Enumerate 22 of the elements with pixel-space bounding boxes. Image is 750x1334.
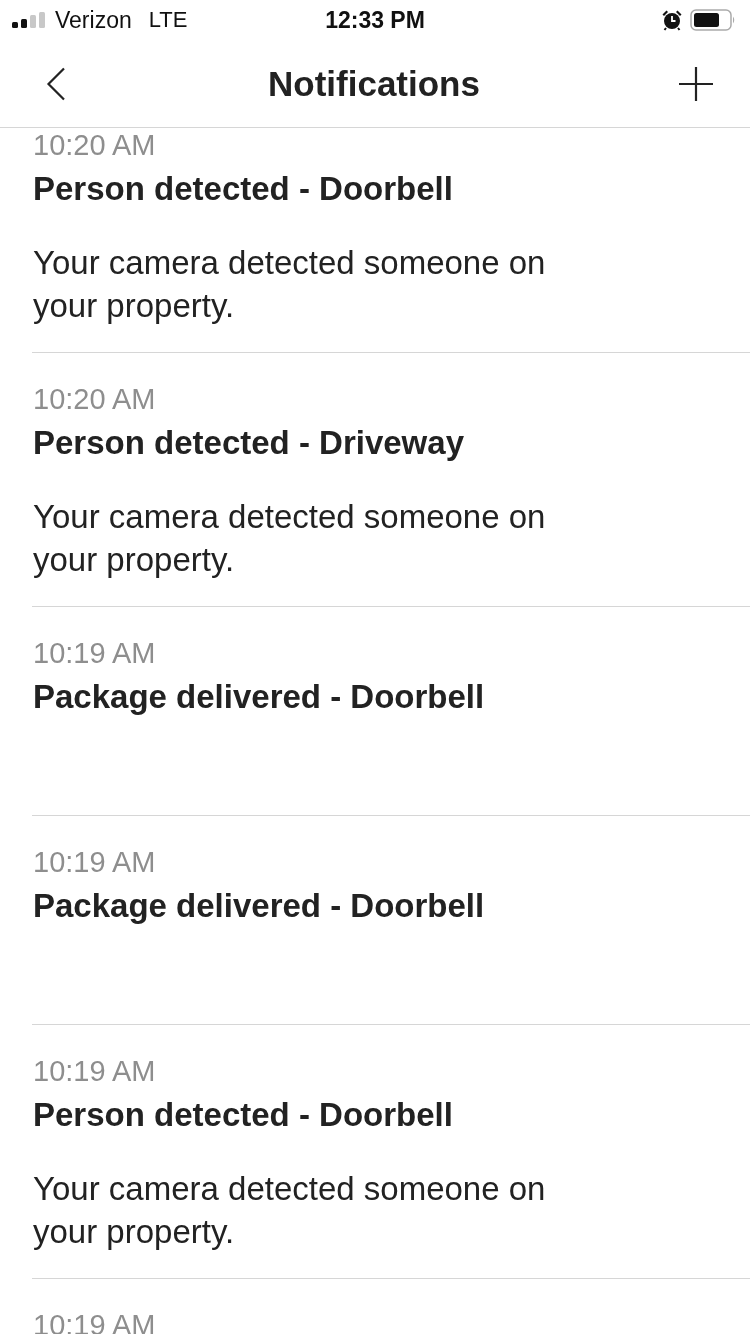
notification-title: Person detected - Driveway xyxy=(33,423,465,463)
notification-time: 10:19 AM xyxy=(33,1058,157,1084)
notification-message: Your camera detected someone on your property. xyxy=(33,243,547,326)
notification-title: Package delivered - Doorbell xyxy=(33,886,486,926)
notification-message: Your camera detected someone on your property. xyxy=(33,1169,547,1252)
header-title: Notifications xyxy=(268,63,480,104)
notification-title: Person detected - Doorbell xyxy=(33,1095,454,1135)
alarm-clock-icon xyxy=(661,9,683,31)
notification-title: Person detected - Doorbell xyxy=(33,169,454,209)
carrier-name: Verizon xyxy=(55,7,132,33)
back-chevron-icon xyxy=(46,66,66,101)
signal-bars-icon xyxy=(12,12,46,28)
plus-icon xyxy=(679,66,713,101)
notification-title: Package delivered - Doorbell xyxy=(33,677,486,717)
status-time: 12:33 PM xyxy=(325,7,425,33)
notification-time: 10:20 AM xyxy=(33,386,157,412)
notification-time: 10:20 AM xyxy=(33,132,157,158)
battery-icon xyxy=(690,9,736,31)
notification-time: 10:19 AM xyxy=(33,849,157,875)
network-type: LTE xyxy=(148,7,188,33)
notification-message: Your camera detected someone on your property. xyxy=(33,497,547,580)
notification-time: 10:19 AM xyxy=(33,640,157,666)
